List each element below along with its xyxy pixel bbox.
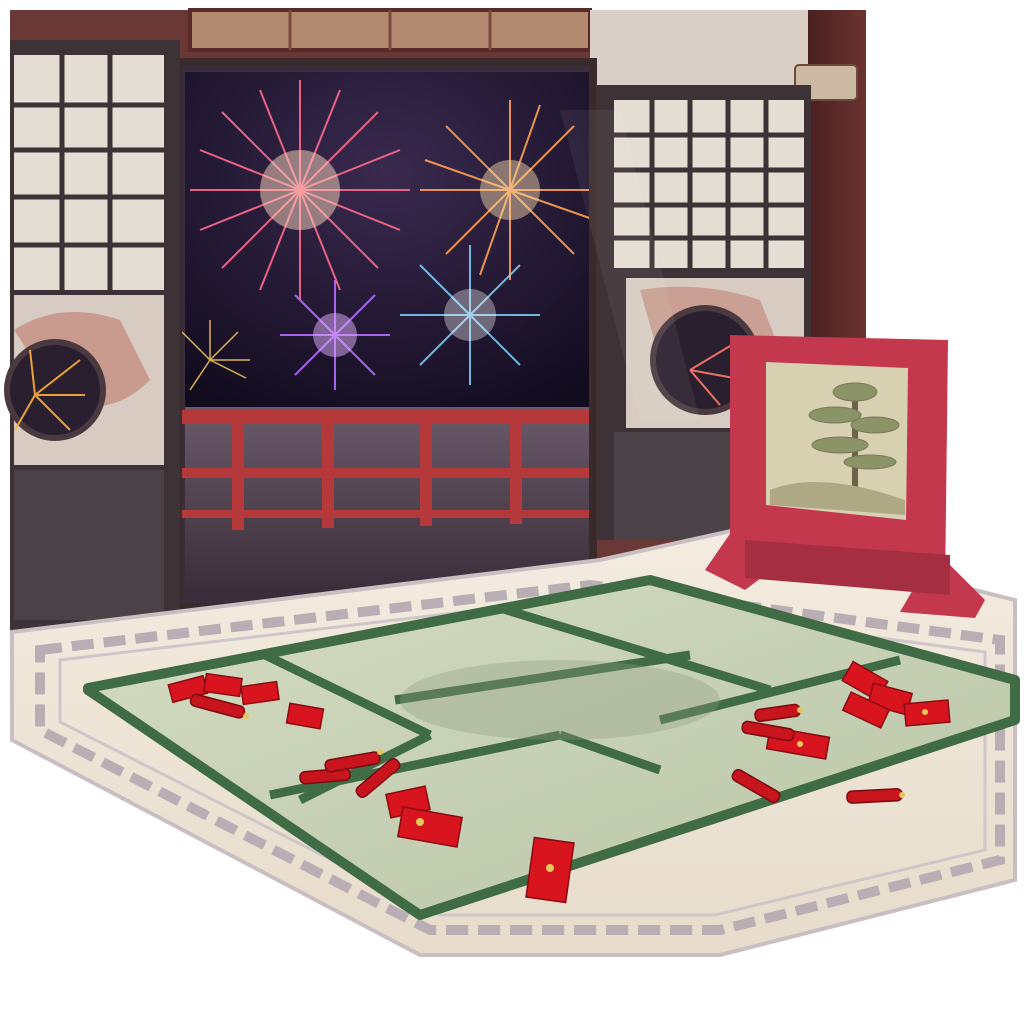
fireworks-room-scene	[4, 8, 1020, 957]
firecracker	[846, 788, 903, 804]
fireworks-window	[174, 58, 600, 611]
folding-screen	[705, 335, 985, 618]
left-lattice-window	[4, 40, 180, 630]
